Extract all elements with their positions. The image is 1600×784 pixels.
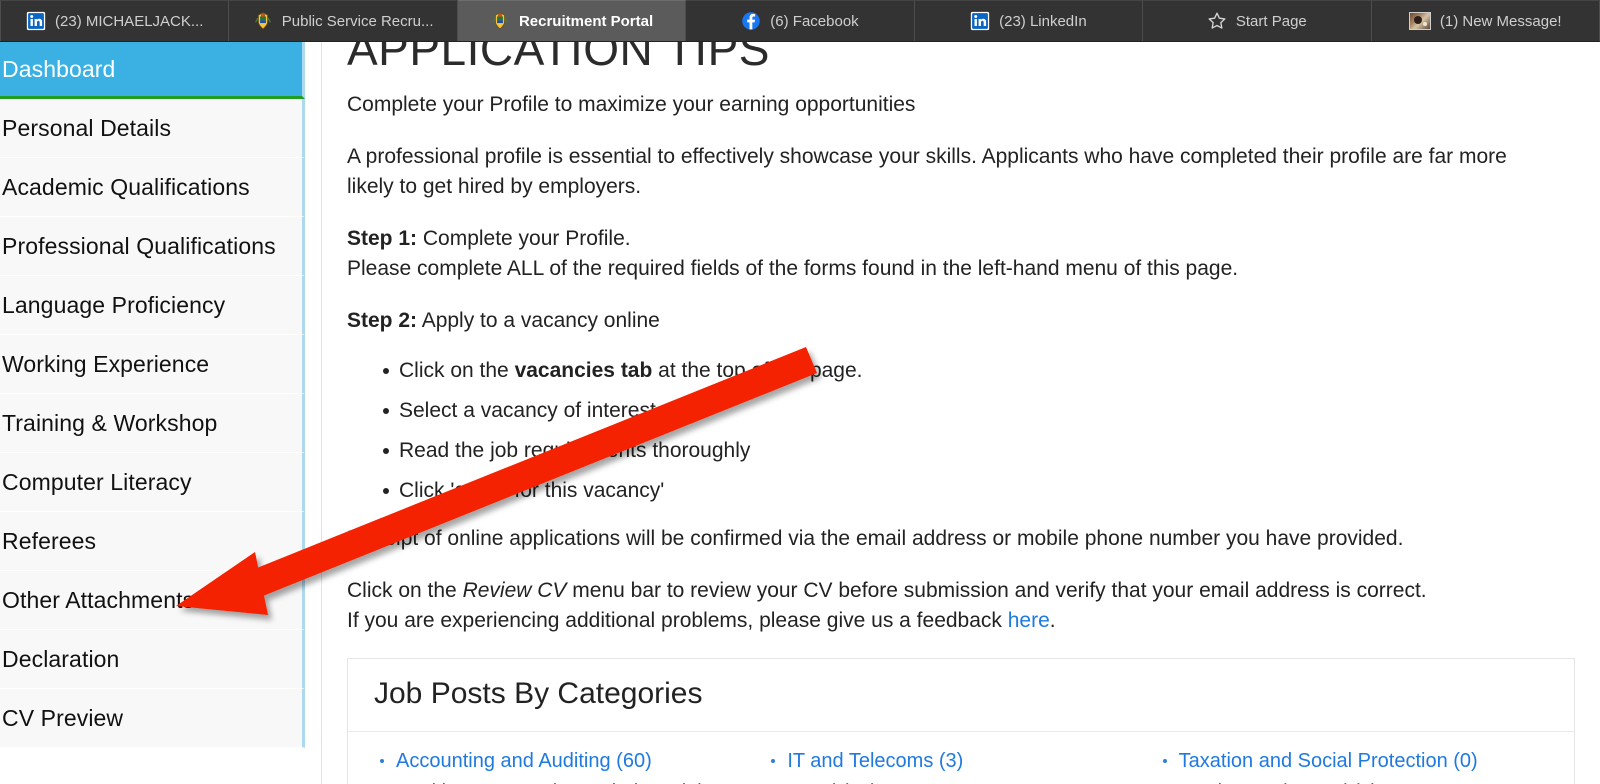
sidebar-item-referees[interactable]: Referees: [0, 512, 305, 571]
page-title: APPLICATION TIPS: [347, 42, 770, 75]
sidebar-item-working-experience[interactable]: Working Experience: [0, 335, 305, 394]
review-cv-paragraph: Click on the Review CV menu bar to revie…: [347, 576, 1527, 606]
bullet-text-post: at the top of the page.: [652, 359, 863, 382]
feedback-pre-text: If you are experiencing additional probl…: [347, 609, 1008, 632]
sidebar-item-other-attachments[interactable]: Other Attachments: [0, 571, 305, 630]
coat-of-arms-icon: [490, 11, 510, 31]
browser-tab-public-service-recruitment[interactable]: Public Service Recru...: [229, 0, 458, 41]
list-item: Click 'apply' for this vacancy': [347, 478, 1575, 504]
list-item: Click on the vacancies tab at the top of…: [347, 358, 1575, 384]
job-posts-body: Accounting and Auditing (60) Banking, Ec…: [348, 732, 1574, 784]
review-pre-text: Click on the: [347, 579, 463, 602]
step1-text: Complete your Profile.: [417, 227, 631, 250]
facebook-icon: [741, 11, 761, 31]
step1-label: Step 1:: [347, 227, 418, 250]
step2-line: Step 2: Apply to a vacancy online: [347, 306, 1527, 336]
browser-tab-label: (6) Facebook: [770, 12, 859, 30]
browser-tab-label: Public Service Recru...: [281, 12, 434, 30]
bullet-text-pre: Read the job requirements thoroughly: [399, 439, 751, 462]
browser-tab-label: (23) LinkedIn: [999, 12, 1087, 30]
photo-avatar-icon: [1408, 12, 1431, 30]
review-post-text: menu bar to review your CV before submis…: [566, 579, 1427, 602]
review-cv-emphasis: Review CV: [462, 579, 567, 602]
sidebar-item-label: Referees: [2, 527, 97, 554]
list-item: Read the job requirements thoroughly: [347, 438, 1575, 464]
job-category-column-2: IT and Telecoms (3) Legal (60) Linguisti…: [765, 748, 1156, 784]
step2-bullet-list: Click on the vacancies tab at the top of…: [347, 358, 1575, 504]
page-body: Dashboard Personal Details Academic Qual…: [0, 42, 1600, 784]
feedback-paragraph: If you are experiencing additional probl…: [347, 606, 1527, 636]
sidebar-item-label: Academic Qualifications: [2, 173, 250, 200]
main-content: APPLICATION TIPS Complete your Profile t…: [322, 42, 1600, 784]
job-category-link[interactable]: Accounting and Auditing (60): [396, 750, 652, 772]
sidebar-item-label: Dashboard: [2, 55, 116, 82]
browser-tab-strip: (23) MICHAELJACK... Public Service Recru…: [0, 0, 1600, 42]
browser-tab-label: Start Page: [1235, 12, 1307, 30]
job-posts-title: Job Posts By Categories: [374, 677, 703, 710]
sidebar-item-professional-qualifications[interactable]: Professional Qualifications: [0, 217, 305, 276]
browser-tab-linkedin-michaeljack[interactable]: (23) MICHAELJACK...: [0, 0, 230, 41]
job-posts-header: Job Posts By Categories: [348, 659, 1574, 732]
browser-tab-start-page[interactable]: Start Page: [1143, 0, 1372, 41]
intro-paragraph: Complete your Profile to maximize your e…: [347, 93, 916, 116]
list-item: Accounting and Auditing (60): [374, 748, 765, 776]
list-item: Banking, Economics and Financial Service…: [374, 779, 765, 784]
browser-tab-new-message[interactable]: (1) New Message!: [1371, 0, 1600, 41]
sidebar-item-label: CV Preview: [2, 704, 124, 731]
list-item: IT and Telecoms (3): [765, 748, 1156, 776]
feedback-post-text: .: [1049, 609, 1056, 632]
sidebar-item-label: Declaration: [2, 645, 120, 672]
sidebar-item-language-proficiency[interactable]: Language Proficiency: [0, 276, 305, 335]
list-item: Legal (60): [765, 779, 1156, 784]
coat-of-arms-icon: [253, 11, 273, 31]
star-icon: [1207, 11, 1227, 31]
profile-paragraph: A professional profile is essential to e…: [347, 145, 1507, 198]
browser-tab-label: (1) New Message!: [1439, 12, 1562, 30]
sidebar-item-declaration[interactable]: Declaration: [0, 630, 305, 689]
feedback-link[interactable]: here: [1008, 609, 1050, 632]
sidebar-item-label: Other Attachments: [2, 586, 195, 613]
job-category-column-1: Accounting and Auditing (60) Banking, Ec…: [374, 748, 765, 784]
bullet-text-pre: Click 'apply' for this vacancy': [399, 479, 665, 502]
browser-tab-linkedin[interactable]: (23) LinkedIn: [914, 0, 1144, 41]
list-item: Taxation and Social Protection (0): [1157, 748, 1548, 776]
list-item: Tourism and Travel (0): [1157, 779, 1548, 784]
browser-tab-label: Recruitment Portal: [518, 12, 654, 30]
sidebar-item-label: Professional Qualifications: [2, 232, 276, 259]
sidebar-item-personal-details[interactable]: Personal Details: [0, 99, 305, 158]
job-category-link[interactable]: IT and Telecoms (3): [787, 750, 963, 772]
sidebar-item-computer-literacy[interactable]: Computer Literacy: [0, 453, 305, 512]
browser-tab-facebook[interactable]: (6) Facebook: [686, 0, 915, 41]
sidebar-item-label: Working Experience: [2, 350, 210, 377]
sidebar-item-cv-preview[interactable]: CV Preview: [0, 689, 305, 748]
bullet-text-pre: Click on the: [399, 359, 515, 382]
sidebar-item-label: Computer Literacy: [2, 468, 192, 495]
step2-label: Step 2:: [347, 309, 418, 332]
step1-detail: Please complete ALL of the required fiel…: [347, 257, 1239, 280]
browser-tab-recruitment-portal[interactable]: Recruitment Portal: [457, 0, 687, 41]
sidebar-item-dashboard[interactable]: Dashboard: [0, 42, 305, 99]
linkedin-icon: [26, 11, 46, 31]
sidebar-item-label: Language Proficiency: [2, 291, 226, 318]
step2-text: Apply to a vacancy online: [417, 309, 660, 332]
bullet-text-pre: Select a vacancy of interest: [399, 399, 656, 422]
step1-line: Step 1: Complete your Profile.: [347, 224, 1527, 254]
sidebar-item-label: Training & Workshop: [2, 409, 218, 436]
linkedin-icon: [970, 11, 990, 31]
sidebar-item-label: Personal Details: [2, 114, 172, 141]
job-posts-panel: Job Posts By Categories Accounting and A…: [347, 658, 1575, 784]
sidebar-menu: Dashboard Personal Details Academic Qual…: [0, 42, 322, 784]
sidebar-item-academic-qualifications[interactable]: Academic Qualifications: [0, 158, 305, 217]
receipt-paragraph: Receipt of online applications will be c…: [347, 527, 1404, 550]
bullet-text-bold: vacancies tab: [514, 359, 653, 382]
list-item: Select a vacancy of interest: [347, 398, 1575, 424]
job-category-column-3: Taxation and Social Protection (0) Touri…: [1157, 748, 1548, 784]
sidebar-item-training-workshop[interactable]: Training & Workshop: [0, 394, 305, 453]
job-category-link[interactable]: Taxation and Social Protection (0): [1179, 750, 1478, 772]
browser-tab-label: (23) MICHAELJACK...: [55, 12, 204, 30]
